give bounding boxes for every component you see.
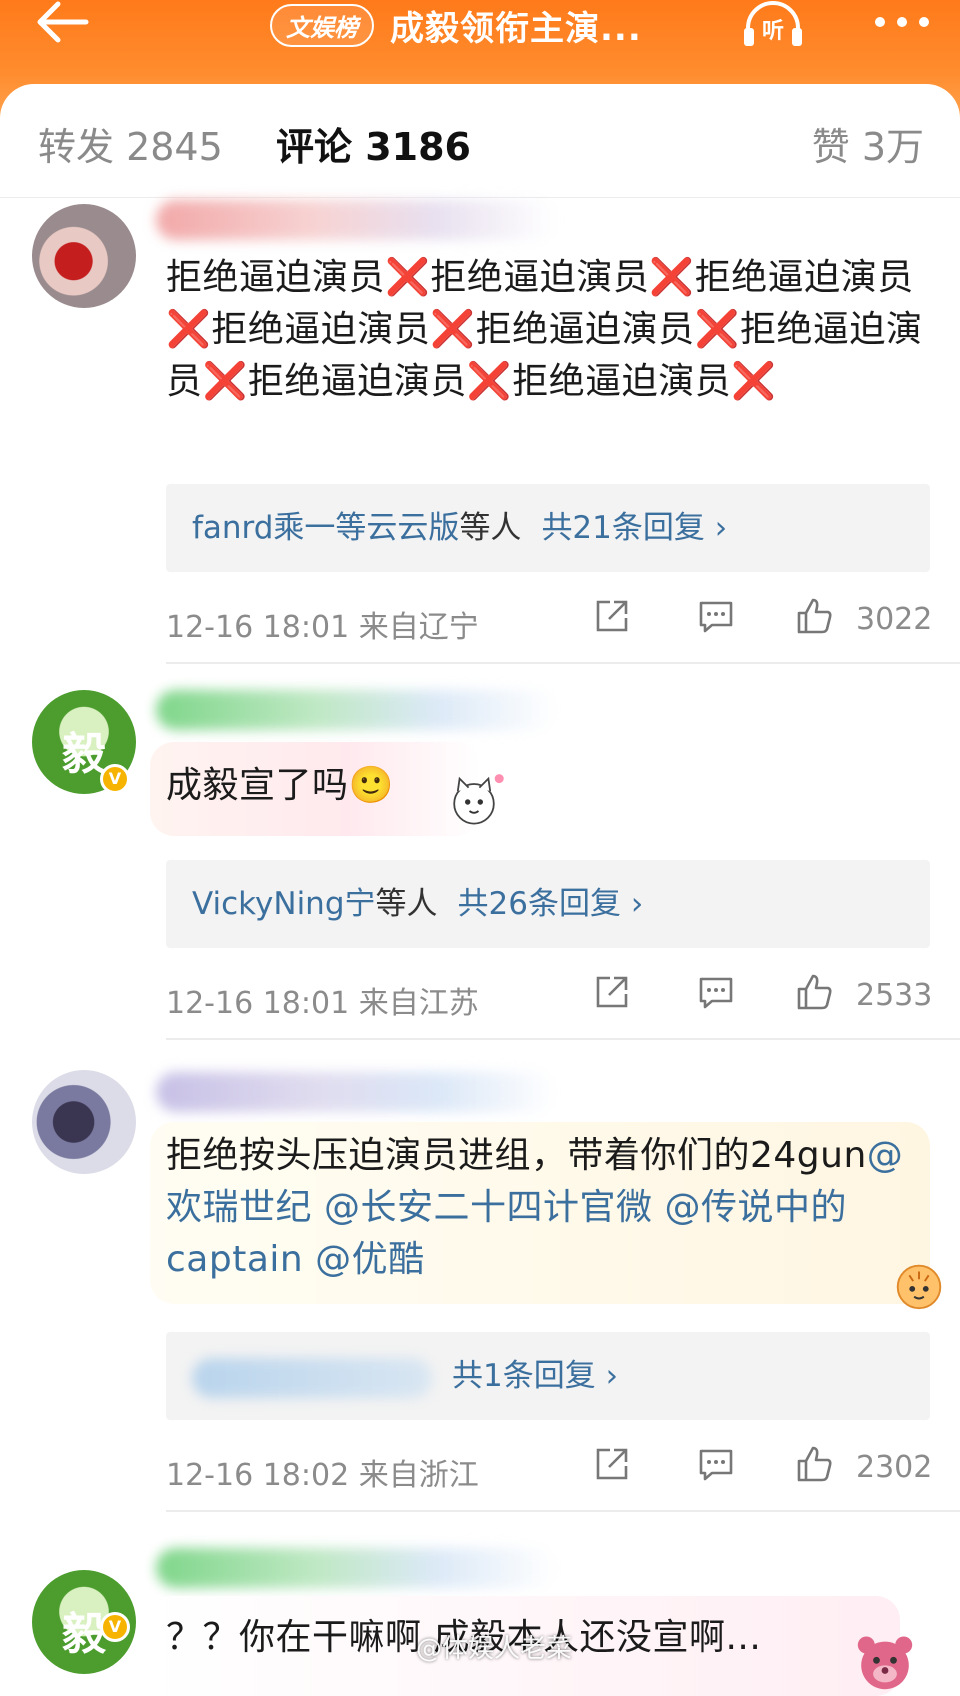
verified-badge-icon: V bbox=[100, 1612, 130, 1642]
comment-meta: 12-16 18:02 来自浙江 2302 bbox=[166, 1442, 933, 1493]
comment-meta: 12-16 18:01 来自江苏 2533 bbox=[166, 970, 933, 1021]
dot-icon bbox=[875, 17, 885, 27]
reply-count-link[interactable]: 共26条回复 › bbox=[458, 886, 644, 922]
tab-comments[interactable]: 评论 3186 bbox=[276, 116, 471, 171]
comment-text: 拒绝逼迫演员❌拒绝逼迫演员❌拒绝逼迫演员❌拒绝逼迫演员❌拒绝逼迫演员❌拒绝逼迫演… bbox=[166, 257, 923, 402]
thumbs-up-icon[interactable] bbox=[794, 972, 834, 1012]
cat-sticker-icon bbox=[453, 774, 504, 825]
like-count: 2302 bbox=[856, 1450, 933, 1485]
headphones-icon: 听 bbox=[744, 1, 802, 46]
verified-badge-icon: V bbox=[100, 764, 130, 794]
comment-time: 12-16 18:01 来自江苏 bbox=[166, 986, 479, 1021]
divider bbox=[166, 1510, 960, 1512]
back-arrow-icon bbox=[37, 1, 89, 43]
thumbs-up-icon[interactable] bbox=[794, 596, 834, 636]
divider bbox=[166, 1038, 960, 1040]
comment-icon[interactable] bbox=[696, 1444, 736, 1484]
reply-count-link[interactable]: 共1条回复 › bbox=[452, 1358, 618, 1394]
dot-icon bbox=[897, 17, 907, 27]
comment-text: 成毅宣了吗🙂 bbox=[166, 765, 394, 806]
watermark: @体娱人老菜 bbox=[416, 1634, 573, 1664]
bear-sticker-icon bbox=[857, 1636, 913, 1690]
comment-icon[interactable] bbox=[696, 972, 736, 1012]
tab-bar: 转发 2845 评论 3186 赞 3万 bbox=[0, 84, 960, 198]
divider bbox=[166, 662, 960, 664]
page-title: 成毅领衔主演... bbox=[390, 8, 642, 49]
thumbs-up-icon[interactable] bbox=[794, 1444, 834, 1484]
tab-forward[interactable]: 转发 2845 bbox=[38, 116, 223, 171]
avatar[interactable] bbox=[32, 204, 136, 308]
mention-link[interactable]: @长安二十四计官微 bbox=[324, 1187, 653, 1228]
reply-summary[interactable]: 共1条回复 › bbox=[166, 1332, 930, 1420]
more-options-button[interactable] bbox=[862, 4, 942, 40]
listen-button[interactable]: 听 bbox=[738, 0, 808, 50]
comment-icon[interactable] bbox=[696, 596, 736, 636]
back-button[interactable] bbox=[30, 0, 100, 50]
share-icon[interactable] bbox=[592, 972, 632, 1012]
reply-names[interactable]: fanrd乘一等云云版 bbox=[192, 510, 459, 546]
comment-text: 拒绝按头压迫演员进组，带着你们的24gun@欢瑞世纪 @长安二十四计官微 @传说… bbox=[166, 1135, 904, 1280]
like-count: 3022 bbox=[856, 602, 933, 637]
username-blurred[interactable] bbox=[156, 1548, 556, 1588]
like-count: 2533 bbox=[856, 978, 933, 1013]
comment-meta: 12-16 18:01 来自辽宁 3022 bbox=[166, 594, 933, 645]
username-blurred[interactable] bbox=[156, 200, 556, 240]
reply-names-blurred[interactable] bbox=[192, 1357, 432, 1398]
username-blurred[interactable] bbox=[156, 1072, 556, 1112]
reply-summary[interactable]: VickyNing宁等人 共26条回复 › bbox=[166, 860, 930, 948]
comment-time: 12-16 18:01 来自辽宁 bbox=[166, 610, 479, 645]
tab-likes[interactable]: 赞 3万 bbox=[812, 116, 924, 171]
rank-badge[interactable]: 文娱榜 bbox=[270, 3, 374, 47]
mention-link[interactable]: @优酷 bbox=[315, 1239, 425, 1280]
share-icon[interactable] bbox=[592, 596, 632, 636]
comment-time: 12-16 18:02 来自浙江 bbox=[166, 1458, 479, 1493]
avatar[interactable] bbox=[32, 1070, 136, 1174]
reply-summary[interactable]: fanrd乘一等云云版等人 共21条回复 › bbox=[166, 484, 930, 572]
tiger-sticker-icon bbox=[896, 1264, 942, 1310]
username-blurred[interactable] bbox=[156, 690, 556, 730]
reply-count-link[interactable]: 共21条回复 › bbox=[541, 510, 727, 546]
share-icon[interactable] bbox=[592, 1444, 632, 1484]
dot-icon bbox=[919, 17, 929, 27]
reply-names[interactable]: VickyNing宁 bbox=[192, 886, 376, 922]
svg-text:听: 听 bbox=[762, 19, 784, 44]
